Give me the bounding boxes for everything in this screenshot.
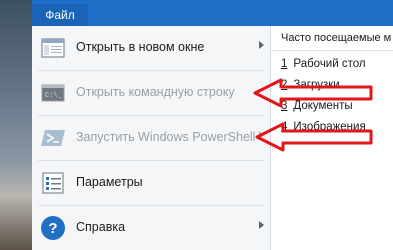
recent-item-pictures[interactable]: 4 Изображения (281, 121, 366, 133)
options-icon (38, 168, 68, 198)
recent-item-number: 2 (281, 79, 288, 91)
frequent-places-panel: Часто посещаемые м 1 Рабочий стол 2 Загруз… (271, 26, 393, 250)
help-icon: ? (38, 213, 68, 243)
frequent-places-title: Часто посещаемые м (281, 32, 392, 44)
options-label: Параметры (76, 175, 143, 189)
recent-item-label: Изображения (293, 121, 366, 133)
open-new-window-label: Открыть в новом окне (76, 40, 205, 54)
chevron-right-icon (259, 221, 264, 229)
help-label: Справка (76, 220, 126, 234)
options-item[interactable]: Параметры (32, 161, 270, 205)
recent-item-number: 4 (281, 121, 288, 133)
run-powershell-item[interactable]: Запустить Windows PowerShell (32, 116, 270, 160)
recent-item-desktop[interactable]: 1 Рабочий стол (281, 58, 366, 70)
panel-separator (271, 50, 393, 51)
recent-item-number: 3 (281, 100, 288, 112)
open-command-prompt-label: Открыть командную строку (76, 85, 235, 99)
help-glyph: ? (48, 220, 57, 237)
file-menu: Открыть в новом окне C:\_ Открыть команд… (32, 26, 271, 250)
desktop-background (0, 0, 32, 250)
file-tab[interactable]: Файл (32, 4, 88, 26)
svg-text:C:\_: C:\_ (45, 92, 63, 100)
open-new-window-item[interactable]: Открыть в новом окне (32, 26, 270, 70)
recent-item-documents[interactable]: 3 Документы (281, 100, 353, 112)
recent-item-label: Загрузки (293, 79, 340, 91)
new-window-icon (38, 33, 68, 63)
command-prompt-icon: C:\_ (38, 78, 68, 108)
recent-item-label: Документы (293, 100, 353, 112)
recent-item-number: 1 (281, 58, 288, 70)
recent-item-label: Рабочий стол (293, 58, 366, 70)
help-item[interactable]: ? Справка (32, 206, 270, 250)
chevron-right-icon (259, 41, 264, 49)
run-powershell-label: Запустить Windows PowerShell (76, 130, 256, 144)
recent-item-downloads[interactable]: 2 Загрузки (281, 79, 340, 91)
chevron-right-icon (259, 131, 264, 139)
powershell-icon (38, 123, 68, 153)
open-command-prompt-item[interactable]: C:\_ Открыть командную строку (32, 71, 270, 115)
